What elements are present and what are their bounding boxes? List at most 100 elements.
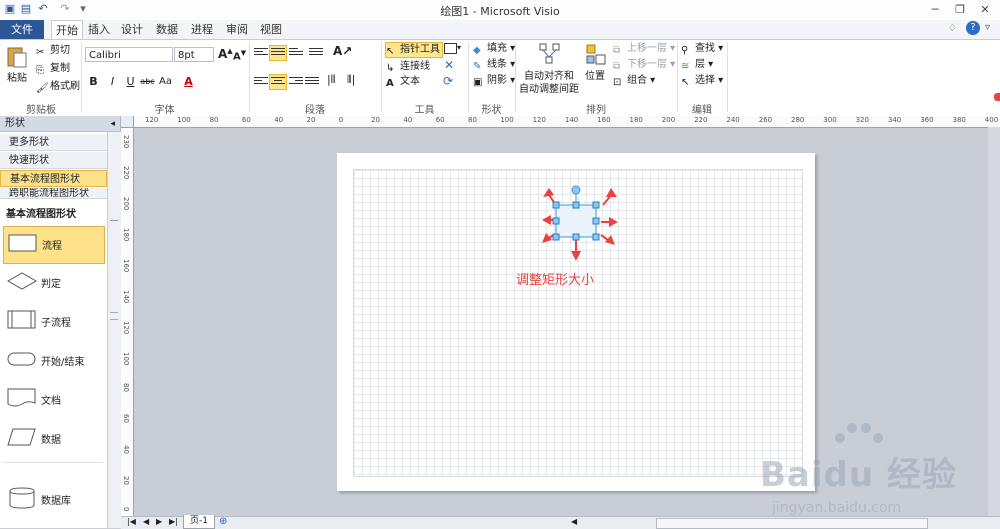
resize-handle-bottom-left[interactable]	[552, 233, 560, 241]
scroll-thumb-grip[interactable]	[110, 312, 118, 320]
tab-home[interactable]: 开始	[51, 20, 83, 40]
maximize-icon[interactable]: ❐	[950, 2, 970, 17]
tab-file[interactable]: 文件	[0, 20, 44, 39]
vruler-label: 180	[122, 228, 130, 242]
align-right-button[interactable]	[289, 75, 303, 89]
ribbon-options-icon[interactable]: ▿	[985, 22, 990, 33]
last-page-icon[interactable]: ▶|	[169, 517, 178, 526]
shape-data[interactable]: 数据	[3, 421, 103, 457]
scroll-left-icon[interactable]: ◀	[571, 517, 577, 526]
pointer-tool-button[interactable]: ↖ 指针工具	[385, 42, 443, 58]
next-page-icon[interactable]: ▶	[156, 517, 162, 526]
italic-button[interactable]: I	[105, 74, 120, 89]
shape-tool-dropdown-icon[interactable]: ▾	[457, 43, 461, 52]
position-button[interactable]: 位置	[585, 70, 605, 84]
auto-space-button[interactable]: 自动调整间距	[519, 83, 579, 97]
connection-point-icon[interactable]: ✕	[444, 58, 454, 72]
stencil-more-shapes[interactable]: 更多形状	[0, 134, 107, 151]
find-button[interactable]: ⚲ 查找 ▾	[681, 42, 723, 56]
text-direction-icon[interactable]: A↗	[333, 44, 352, 58]
stencil-basic-flowchart[interactable]: 基本流程图形状	[0, 170, 107, 187]
tab-process[interactable]: 进程	[188, 20, 216, 39]
hruler-label: 300	[823, 116, 837, 124]
shape-database[interactable]: 数据库	[3, 482, 103, 518]
align-center-button[interactable]	[269, 74, 287, 90]
insert-page-icon[interactable]: ⊕	[219, 516, 227, 527]
bring-forward-button[interactable]: ⧉ 上移一层 ▾	[613, 42, 675, 56]
shape-subprocess[interactable]: 子流程	[3, 304, 103, 340]
bold-button[interactable]: B	[86, 74, 101, 89]
vruler-label: 120	[122, 321, 130, 335]
minimize-icon[interactable]: ─	[925, 2, 945, 17]
align-top-button[interactable]	[254, 46, 268, 60]
rotation-handle[interactable]	[571, 185, 581, 195]
shape-process[interactable]: 流程	[3, 226, 105, 264]
layers-button[interactable]: ≋ 层 ▾	[681, 58, 713, 72]
shape-start-end[interactable]: 开始/结束	[3, 343, 103, 379]
align-left-button[interactable]	[254, 75, 268, 89]
text-tool-button[interactable]: A 文本	[386, 75, 420, 89]
tab-design[interactable]: 设计	[118, 20, 146, 39]
change-case-button[interactable]: Aa	[157, 74, 174, 89]
shadow-icon: ▣	[473, 77, 483, 88]
line-button[interactable]: ✎ 线条 ▾	[473, 58, 515, 72]
shadow-button[interactable]: ▣ 阴影 ▾	[473, 74, 515, 88]
justify-button[interactable]	[305, 75, 319, 89]
rectangle-tool-icon[interactable]	[444, 43, 457, 54]
grow-font-icon[interactable]: A▲	[218, 47, 233, 61]
tab-data[interactable]: 数据	[153, 20, 181, 39]
minimize-ribbon-icon[interactable]: ♢	[948, 23, 957, 34]
font-size-select[interactable]: 8pt	[174, 47, 214, 62]
send-backward-icon: ⧉	[613, 61, 621, 72]
resize-handle-top-left[interactable]	[552, 201, 560, 209]
paste-label: 粘贴	[7, 73, 27, 84]
fill-bucket-icon: ◆	[473, 45, 481, 56]
align-top-icon	[254, 48, 268, 60]
rotate-text-icon[interactable]: ⟳	[443, 74, 453, 88]
help-icon[interactable]: ?	[966, 21, 980, 35]
subprocess-shape-icon	[7, 310, 36, 329]
line-pen-icon: ✎	[473, 61, 482, 72]
underline-button[interactable]: U	[123, 74, 138, 89]
align-middle-button[interactable]	[269, 45, 287, 61]
shrink-font-icon[interactable]: A▼	[233, 49, 246, 62]
bullets-button[interactable]	[309, 46, 323, 60]
tab-review[interactable]: 审阅	[223, 20, 251, 39]
shape-decision[interactable]: 判定	[3, 265, 103, 301]
group-button[interactable]: ⊡ 组合 ▾	[613, 74, 655, 88]
stencil-scrollbar[interactable]	[107, 132, 121, 528]
resize-handle-right[interactable]	[592, 217, 600, 225]
fill-button[interactable]: ◆ 填充 ▾	[473, 42, 515, 56]
prev-page-icon[interactable]: ◀	[143, 517, 149, 526]
tab-insert[interactable]: 插入	[85, 20, 113, 39]
format-painter-button[interactable]: 🖌格式刷	[36, 80, 80, 94]
cut-button[interactable]: ✂ 剪切	[36, 44, 70, 58]
resize-handle-left[interactable]	[552, 217, 560, 225]
paste-button[interactable]: 粘贴	[4, 43, 30, 97]
align-bottom-button[interactable]	[289, 46, 303, 60]
resize-handle-bottom[interactable]	[572, 233, 580, 241]
horizontal-ruler: 120 100 80 60 40 20 0 20 40 60 80 100 120 140 160 180 20…	[121, 116, 1000, 128]
strikethrough-button[interactable]: abc	[139, 74, 156, 89]
shape-document[interactable]: 文档	[3, 382, 103, 418]
stencil-cross-functional[interactable]: 跨职能流程图形状	[0, 188, 107, 199]
font-color-button[interactable]: A	[181, 74, 196, 89]
auto-align-button[interactable]: 自动对齐和	[524, 70, 574, 84]
first-page-icon[interactable]: |◀	[127, 517, 136, 526]
stencil-quick-shapes[interactable]: 快速形状	[0, 152, 107, 169]
connector-button[interactable]: ↳ 连接线	[386, 60, 430, 74]
collapse-panel-icon[interactable]: ◂	[110, 116, 115, 132]
tab-view[interactable]: 视图	[257, 20, 285, 39]
selected-rectangle[interactable]	[555, 204, 597, 238]
copy-button[interactable]: ⎘ 复制	[36, 62, 70, 76]
page-tab-1[interactable]: 页-1	[183, 515, 215, 529]
font-name-select[interactable]: Calibri	[85, 47, 173, 62]
select-button[interactable]: ↖ 选择 ▾	[681, 74, 723, 88]
resize-handle-top[interactable]	[572, 201, 580, 209]
resize-handle-bottom-right[interactable]	[592, 233, 600, 241]
send-backward-button[interactable]: ⧉ 下移一层 ▾	[613, 58, 675, 72]
resize-handle-top-right[interactable]	[592, 201, 600, 209]
decrease-indent-icon[interactable]: |⫴	[327, 73, 335, 87]
increase-indent-icon[interactable]: ⫴|	[347, 73, 355, 87]
close-icon[interactable]: ✕	[975, 2, 995, 17]
